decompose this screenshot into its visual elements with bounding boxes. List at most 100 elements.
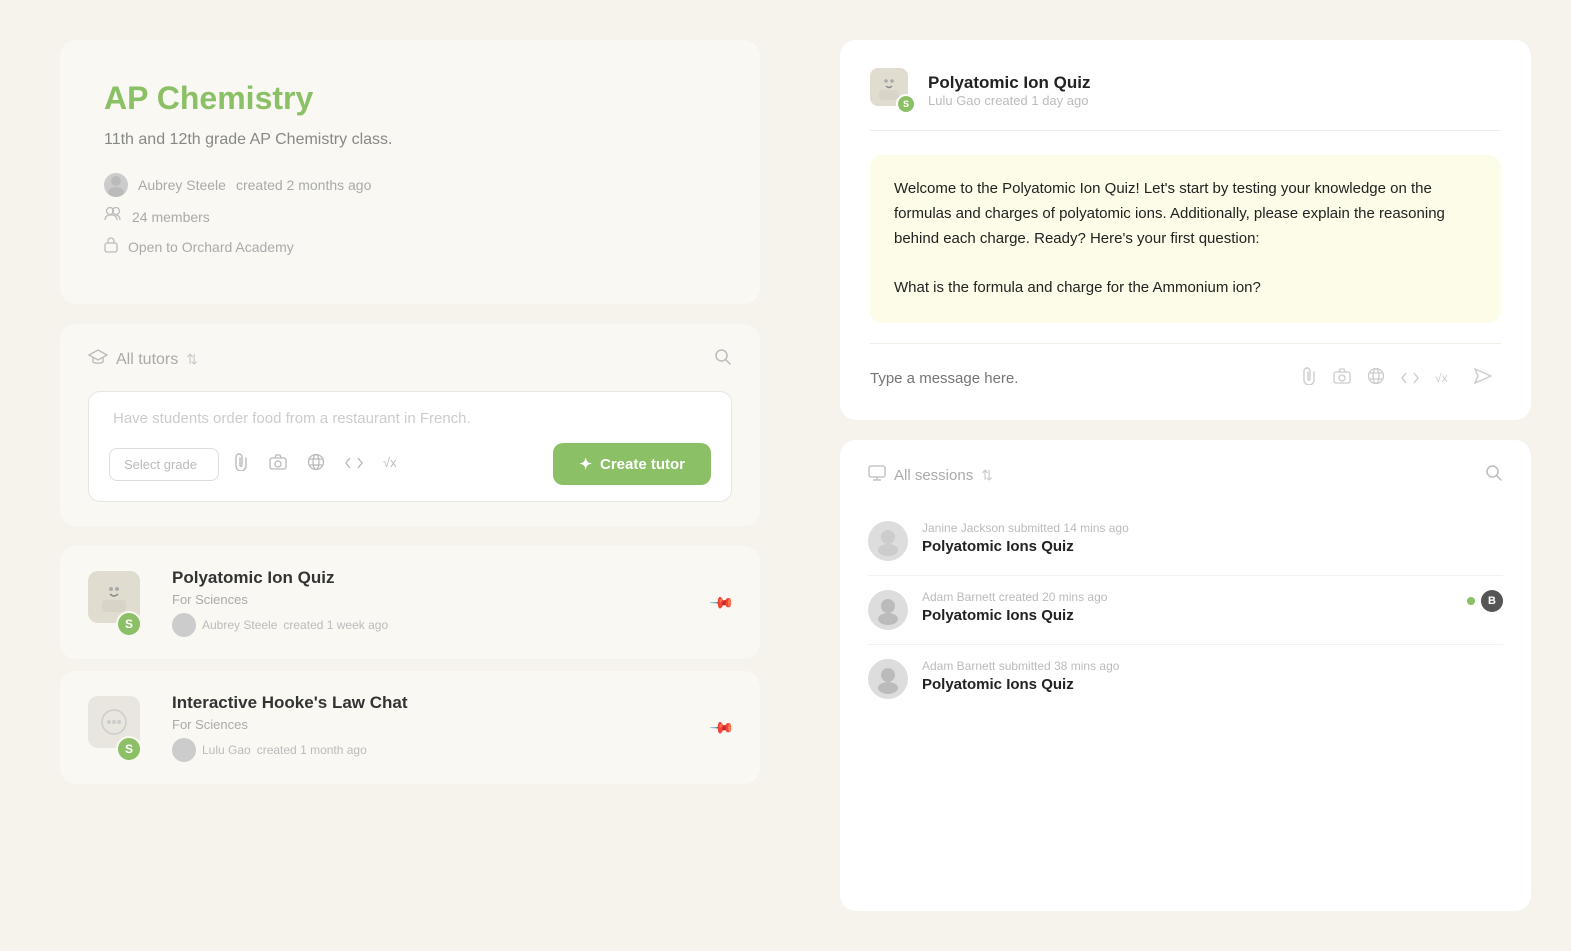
sessions-search-button[interactable] [1485,464,1503,487]
grade-select[interactable]: Select grade Grade 9 Grade 10 Grade 11 G… [109,448,219,481]
pin-icon-2: 📌 [708,713,736,741]
session-meta-1: Adam Barnett created 20 mins ago [922,590,1453,604]
chat-attach-button[interactable] [1293,363,1325,394]
create-tutor-label: Create tutor [600,456,685,473]
tutor-name-2: Interactive Hooke's Law Chat [172,693,692,713]
sessions-monitor-icon [868,465,886,485]
tutor-subject-2: For Sciences [172,717,692,732]
chat-message-text: Welcome to the Polyatomic Ion Quiz! Let'… [894,180,1445,296]
session-name-1: Polyatomic Ions Quiz [922,607,1453,624]
class-description: 11th and 12th grade AP Chemistry class. [104,131,716,149]
class-created-by: Aubrey Steele [138,177,226,193]
chat-avatar-wrap: S [870,68,914,112]
class-created-ago: created 2 months ago [236,177,371,193]
svg-text:√x: √x [383,455,397,469]
session-avatar-0 [868,521,908,561]
tutor-creator-ago-1: created 1 week ago [283,618,388,632]
create-tutor-input-area: Have students order food from a restaura… [88,391,732,502]
chat-title-group: Polyatomic Ion Quiz Lulu Gao created 1 d… [928,73,1501,108]
chat-title: Polyatomic Ion Quiz [928,73,1501,93]
session-avatar-2 [868,659,908,699]
session-meta-0: Janine Jackson submitted 14 mins ago [922,521,1503,535]
tutor-section: All tutors ⇅ Have students order food fr… [60,324,760,526]
tutor-info-1: Polyatomic Ion Quiz For Sciences Aubrey … [172,568,692,637]
chat-message-input[interactable] [870,370,1293,387]
math-icon-button[interactable]: √x [377,450,407,478]
tutor-section-label: All tutors [116,351,178,369]
tutor-info-2: Interactive Hooke's Law Chat For Science… [172,693,692,762]
tutor-creator-1: Aubrey Steele created 1 week ago [172,613,692,637]
class-access: Open to Orchard Academy [128,239,294,255]
chat-badge: S [896,94,916,114]
svg-text:√x: √x [1435,371,1448,384]
attach-icon-button[interactable] [227,449,255,480]
class-title: AP Chemistry [104,80,716,117]
tutor-thumb-2: S [88,696,152,760]
chat-math-button[interactable]: √x [1427,365,1461,393]
online-dot-1 [1467,597,1475,605]
creator-avatar-1 [172,613,196,637]
web-icon-button[interactable] [301,449,331,480]
sessions-label: All sessions [894,467,973,484]
tutor-thumb-1: S [88,571,152,635]
sessions-sort-icon: ⇅ [981,467,993,484]
list-item[interactable]: Janine Jackson submitted 14 mins ago Pol… [868,507,1503,576]
session-name-2: Polyatomic Ions Quiz [922,676,1503,693]
create-tutor-button[interactable]: ✦ Create tutor [553,443,711,485]
session-info-0: Janine Jackson submitted 14 mins ago Pol… [922,521,1503,555]
chat-camera-button[interactable] [1325,364,1359,393]
class-members: 24 members [132,209,210,225]
list-item[interactable]: S Interactive Hooke's Law Chat For Scien… [60,671,760,784]
tutor-badge-1: S [116,611,142,637]
tutor-hat-icon [88,349,108,370]
tutor-header-left: All tutors ⇅ [88,349,198,370]
tutor-creator-name-2: Lulu Gao [202,743,251,757]
class-info-card: AP Chemistry 11th and 12th grade AP Chem… [60,40,760,304]
camera-icon-button[interactable] [263,450,293,479]
tutor-search-button[interactable] [714,348,732,371]
sort-icon: ⇅ [186,351,198,368]
class-creator-row: Aubrey Steele created 2 months ago [104,173,716,197]
members-icon [104,207,122,226]
session-meta-2: Adam Barnett submitted 38 mins ago [922,659,1503,673]
tutor-creator-name-1: Aubrey Steele [202,618,277,632]
create-placeholder-text: Have students order food from a restaura… [109,410,711,427]
tutor-creator-ago-2: created 1 month ago [257,743,367,757]
tutor-list: S Polyatomic Ion Quiz For Sciences Aubre… [60,546,760,796]
code-icon-button[interactable] [339,450,369,478]
chat-subtitle: Lulu Gao created 1 day ago [928,93,1501,108]
sessions-header-left: All sessions ⇅ [868,465,993,485]
chat-web-button[interactable] [1359,363,1393,394]
creator-avatar [104,173,128,197]
chat-send-button[interactable] [1465,362,1501,396]
tutor-name-1: Polyatomic Ion Quiz [172,568,692,588]
chat-panel: S Polyatomic Ion Quiz Lulu Gao created 1… [840,40,1531,420]
create-toolbar: Select grade Grade 9 Grade 10 Grade 11 G… [109,443,711,485]
chat-code-button[interactable] [1393,365,1427,393]
create-tutor-wand-icon: ✦ [579,455,592,473]
pin-icon-1: 📌 [708,588,736,616]
sessions-header: All sessions ⇅ [868,464,1503,487]
class-access-row: Open to Orchard Academy [104,236,716,258]
session-info-2: Adam Barnett submitted 38 mins ago Polya… [922,659,1503,693]
tutor-creator-2: Lulu Gao created 1 month ago [172,738,692,762]
list-item[interactable]: Adam Barnett submitted 38 mins ago Polya… [868,645,1503,713]
session-badge-1: B [1467,590,1503,612]
tutor-badge-2: S [116,736,142,762]
session-info-1: Adam Barnett created 20 mins ago Polyato… [922,590,1453,624]
tutor-header: All tutors ⇅ [88,348,732,371]
tutor-subject-1: For Sciences [172,592,692,607]
list-item[interactable]: Adam Barnett created 20 mins ago Polyato… [868,576,1503,645]
session-avatar-1 [868,590,908,630]
right-panel: S Polyatomic Ion Quiz Lulu Gao created 1… [820,0,1571,951]
chat-bubble: Welcome to the Polyatomic Ion Quiz! Let'… [870,155,1501,323]
left-panel: AP Chemistry 11th and 12th grade AP Chem… [0,0,820,951]
creator-avatar-2 [172,738,196,762]
sessions-panel: All sessions ⇅ Janine Jackson submitted … [840,440,1531,911]
session-name-0: Polyatomic Ions Quiz [922,538,1503,555]
list-item[interactable]: S Polyatomic Ion Quiz For Sciences Aubre… [60,546,760,659]
chat-input-row: √x [870,343,1501,396]
lock-icon [104,236,118,258]
class-members-row: 24 members [104,207,716,226]
session-initial-1: B [1481,590,1503,612]
